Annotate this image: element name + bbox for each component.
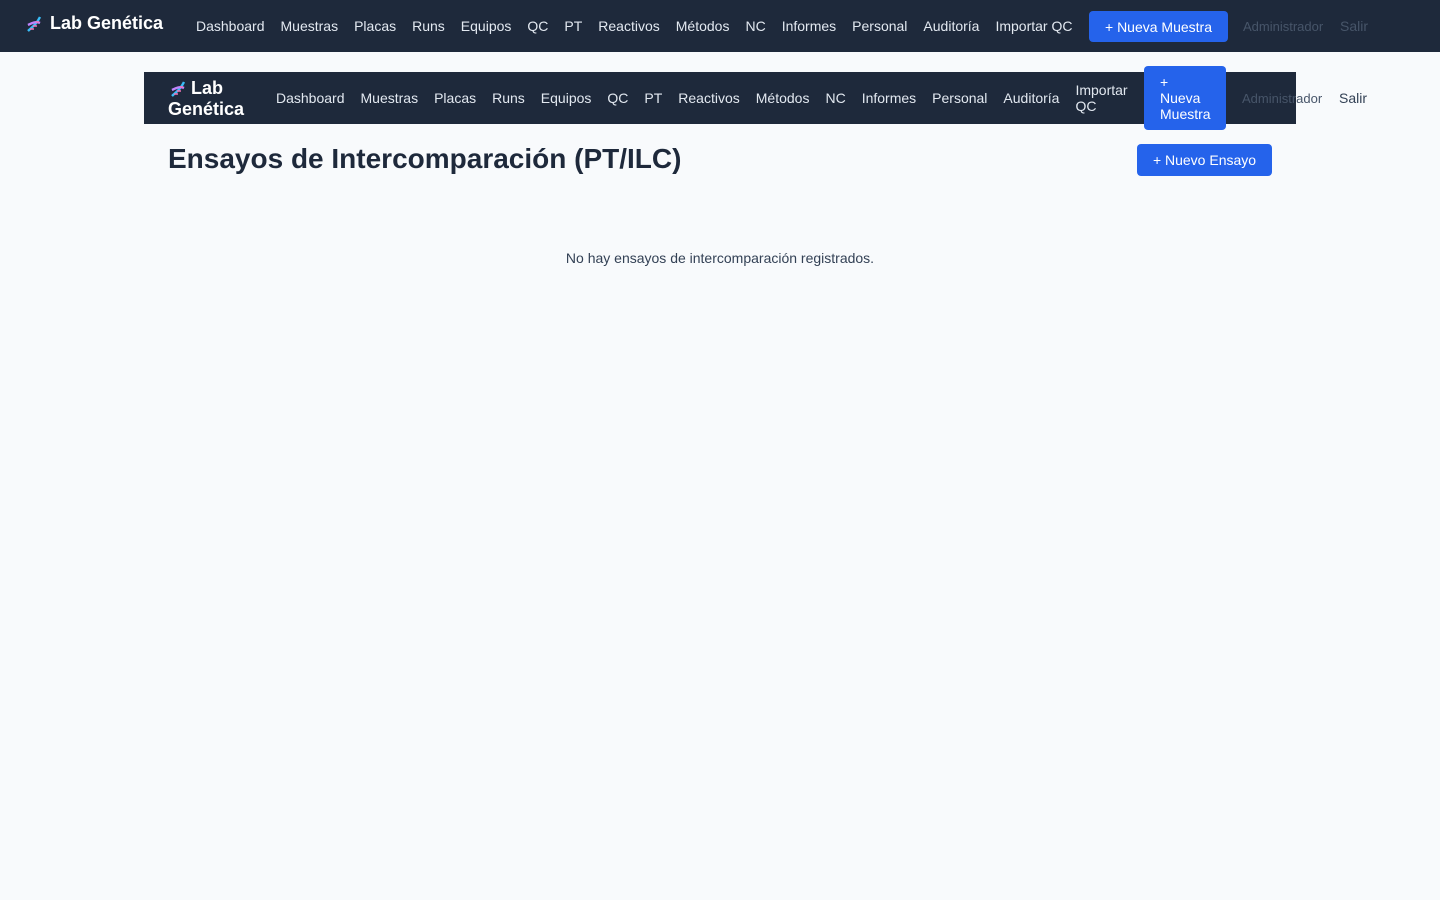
inner-nav-links: Dashboard Muestras Placas Runs Equipos Q… <box>268 72 1135 124</box>
inner-brand-line2: Genética <box>168 99 245 120</box>
nav-link-metodos[interactable]: Métodos <box>668 18 738 34</box>
new-sample-word2: Muestra <box>1160 106 1211 122</box>
nav-link-muestras[interactable]: Muestras <box>273 18 347 34</box>
top-navbar: Lab Genética Dashboard Muestras Placas R… <box>0 0 1440 52</box>
dna-icon <box>171 81 186 98</box>
page-title: Ensayos de Intercomparación (PT/ILC) <box>168 143 682 174</box>
inner-nav-link-importar-qc[interactable]: Importar QC <box>1067 82 1135 114</box>
inner-nav-link-qc[interactable]: QC <box>599 90 636 106</box>
nav-link-pt[interactable]: PT <box>556 18 590 34</box>
inner-nav-link-nc[interactable]: NC <box>817 90 853 106</box>
inner-brand-link[interactable]: Lab Genética <box>168 78 258 120</box>
nav-link-equipos[interactable]: Equipos <box>453 18 520 34</box>
inner-nav-link-pt[interactable]: PT <box>636 90 670 106</box>
inner-logout-link[interactable]: Salir <box>1339 90 1367 106</box>
nav-link-importar-qc[interactable]: Importar QC <box>987 18 1080 34</box>
inner-nav-link-placas[interactable]: Placas <box>426 90 484 106</box>
inner-nav-link-runs[interactable]: Runs <box>484 90 533 106</box>
importar-line1: Importar <box>1075 82 1128 98</box>
inner-nav-link-metodos[interactable]: Métodos <box>748 90 818 106</box>
inner-nav-link-reactivos[interactable]: Reactivos <box>670 90 747 106</box>
inner-nav-link-muestras[interactable]: Muestras <box>353 90 427 106</box>
new-ensayo-button[interactable]: + Nuevo Ensayo <box>1137 144 1272 176</box>
importar-line2: QC <box>1075 98 1097 114</box>
nav-link-nc[interactable]: NC <box>737 18 773 34</box>
inner-new-sample-button[interactable]: + Nueva Muestra <box>1144 66 1226 130</box>
dna-icon <box>27 15 42 32</box>
nav-link-placas[interactable]: Placas <box>346 18 404 34</box>
new-sample-plus: + <box>1160 74 1169 90</box>
inner-nav-link-dashboard[interactable]: Dashboard <box>268 90 353 106</box>
inner-brand-line1: Lab <box>191 78 224 98</box>
nav-link-qc[interactable]: QC <box>519 18 556 34</box>
nav-link-auditoria[interactable]: Auditoría <box>915 18 987 34</box>
empty-state-message: No hay ensayos de intercomparación regis… <box>565 250 875 266</box>
inner-navbar: Lab Genética Dashboard Muestras Placas R… <box>144 66 1296 130</box>
nav-link-informes[interactable]: Informes <box>774 18 844 34</box>
nav-link-dashboard[interactable]: Dashboard <box>188 18 273 34</box>
brand-name: Lab Genética <box>50 13 164 33</box>
new-sample-button[interactable]: + Nueva Muestra <box>1089 11 1228 42</box>
nav-link-runs[interactable]: Runs <box>404 18 453 34</box>
inner-user-name: Administrador <box>1242 91 1323 106</box>
user-name: Administrador <box>1243 19 1324 34</box>
brand-link[interactable]: Lab Genética <box>24 13 163 34</box>
inner-nav-link-personal[interactable]: Personal <box>924 90 995 106</box>
nav-link-reactivos[interactable]: Reactivos <box>590 18 667 34</box>
logout-link[interactable]: Salir <box>1340 18 1368 34</box>
inner-nav-link-auditoria[interactable]: Auditoría <box>995 90 1067 106</box>
inner-nav-link-equipos[interactable]: Equipos <box>533 90 600 106</box>
inner-nav-link-informes[interactable]: Informes <box>854 90 924 106</box>
new-sample-word1: Nueva <box>1160 90 1201 106</box>
nav-links: Dashboard Muestras Placas Runs Equipos Q… <box>188 0 1080 52</box>
nav-link-personal[interactable]: Personal <box>844 18 915 34</box>
